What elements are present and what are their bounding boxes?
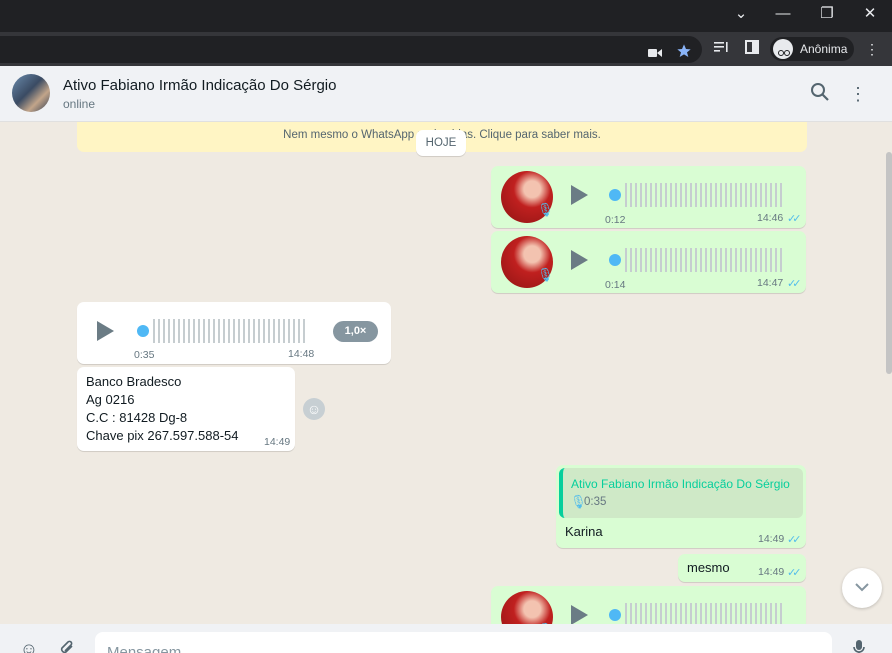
microphone-icon: 🎙: [537, 202, 554, 217]
attach-icon[interactable]: [54, 639, 80, 653]
day-chip: HOJE: [416, 130, 466, 156]
voice-message[interactable]: 🎙 0:12 14:46 ✓✓: [491, 166, 806, 228]
incognito-icon: [773, 39, 793, 59]
star-icon[interactable]: [674, 43, 694, 63]
reply-message[interactable]: Ativo Fabiano Irmão Indicação Do Sérgio …: [556, 465, 806, 548]
voice-message[interactable]: 🎙: [491, 586, 806, 624]
contact-name: Ativo Fabiano Irmão Indicação Do Sérgio: [63, 77, 337, 94]
waveform[interactable]: [625, 183, 785, 207]
playback-thumb[interactable]: [609, 189, 621, 201]
message-line: Chave pix 267.597.588-54: [86, 428, 239, 443]
waveform[interactable]: [625, 603, 785, 624]
message-line: Ag 0216: [86, 392, 135, 407]
chat-scrollbar[interactable]: [886, 152, 892, 374]
read-ticks-icon: ✓✓: [787, 567, 802, 579]
message-time: 14:48: [288, 348, 315, 360]
voice-duration: 0:35: [134, 349, 155, 361]
play-button[interactable]: [571, 605, 588, 624]
message-time: 14:49: [264, 436, 291, 448]
waveform[interactable]: [153, 319, 308, 343]
incognito-label: Anônima: [800, 42, 848, 56]
message-text: Karina: [565, 524, 603, 539]
message-line: C.C : 81428 Dg-8: [86, 410, 188, 425]
chat-header[interactable]: Ativo Fabiano Irmão Indicação Do Sérgio …: [0, 66, 892, 122]
voice-duration: 0:12: [605, 214, 626, 226]
message-time: 14:49: [758, 533, 785, 545]
whatsapp-app: Ativo Fabiano Irmão Indicação Do Sérgio …: [0, 66, 892, 653]
close-window-button[interactable]: ✕: [849, 0, 891, 28]
emoji-icon[interactable]: ☺: [16, 639, 42, 653]
message-time: 14:46: [757, 212, 784, 224]
message-input[interactable]: [95, 632, 832, 653]
message-list[interactable]: Nem mesmo o WhatsApp pod uvi-las. Clique…: [0, 122, 892, 624]
restore-button[interactable]: ❐: [806, 0, 848, 28]
tab-search-dropdown-icon[interactable]: ⌄: [720, 0, 762, 28]
playback-thumb[interactable]: [609, 609, 621, 621]
address-bar[interactable]: [0, 36, 702, 63]
incognito-indicator[interactable]: Anônima: [770, 37, 854, 61]
play-button[interactable]: [571, 250, 588, 270]
read-ticks-icon: ✓✓: [787, 213, 802, 225]
quoted-message[interactable]: Ativo Fabiano Irmão Indicação Do Sérgio …: [559, 468, 803, 518]
microphone-icon: 🎙: [537, 267, 554, 282]
play-button[interactable]: [97, 321, 114, 341]
quoted-sender: Ativo Fabiano Irmão Indicação Do Sérgio: [571, 477, 790, 491]
text-message[interactable]: Banco Bradesco Ag 0216 C.C : 81428 Dg-8 …: [77, 367, 295, 451]
text-message[interactable]: mesmo 14:49 ✓✓: [678, 554, 806, 582]
scroll-down-button[interactable]: [842, 568, 882, 608]
message-time: 14:47: [757, 277, 784, 289]
voice-message[interactable]: 1,0× 0:35 14:48: [77, 302, 391, 364]
playback-thumb[interactable]: [609, 254, 621, 266]
voice-message[interactable]: 🎙 0:14 14:47 ✓✓: [491, 231, 806, 293]
minimize-button[interactable]: —: [762, 0, 804, 28]
browser-menu-icon[interactable]: ⋮: [862, 39, 882, 59]
sidebar-icon[interactable]: [742, 39, 762, 59]
playback-speed-button[interactable]: 1,0×: [333, 321, 378, 342]
camera-icon[interactable]: [645, 43, 665, 63]
read-ticks-icon: ✓✓: [787, 534, 802, 546]
contact-status: online: [63, 97, 96, 111]
waveform[interactable]: [625, 248, 785, 272]
media-icon[interactable]: [712, 39, 732, 59]
microphone-icon: 🎙: [570, 494, 587, 509]
message-composer: ☺: [0, 624, 892, 653]
microphone-icon[interactable]: [846, 639, 872, 653]
emoji-reaction-icon[interactable]: ☺: [303, 398, 325, 420]
quoted-duration: 0:35: [584, 496, 607, 508]
message-text: mesmo: [687, 560, 730, 575]
search-icon[interactable]: [808, 82, 832, 106]
browser-toolbar: Anônima ⋮: [0, 32, 892, 66]
voice-duration: 0:14: [605, 279, 626, 291]
message-line: Banco Bradesco: [86, 374, 182, 389]
playback-thumb[interactable]: [137, 325, 149, 337]
voice-sender-avatar: [501, 591, 553, 624]
message-time: 14:49: [758, 566, 785, 578]
read-ticks-icon: ✓✓: [787, 278, 802, 290]
contact-avatar[interactable]: [12, 74, 50, 112]
play-button[interactable]: [571, 185, 588, 205]
chat-menu-icon[interactable]: ⋮: [846, 82, 870, 106]
browser-titlebar: ⌄ — ❐ ✕: [0, 0, 892, 32]
